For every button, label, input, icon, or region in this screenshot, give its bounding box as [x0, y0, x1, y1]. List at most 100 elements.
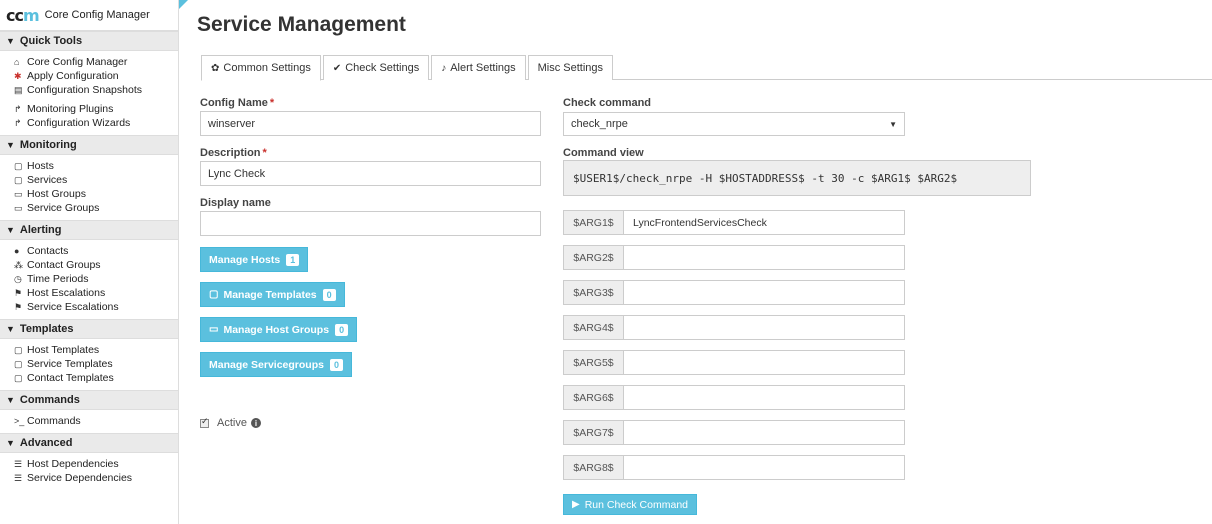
sidebar-toggle-corner[interactable]	[179, 0, 188, 9]
nav-configuration-wizards[interactable]: ↱ Configuration Wizards	[14, 116, 178, 130]
arg8-input[interactable]	[624, 455, 905, 480]
active-label: Active	[217, 417, 247, 429]
nav-time-periods[interactable]: ◷ Time Periods	[14, 272, 178, 286]
arg6-input[interactable]	[624, 385, 905, 410]
file-icon: ▢	[14, 373, 23, 383]
run-check-command-button[interactable]: ▶ Run Check Command	[563, 494, 697, 515]
asterisk-icon: ✱	[14, 71, 22, 81]
check-command-select[interactable]: check_nrpe ▼	[563, 112, 905, 136]
arg-label: $ARG4$	[563, 315, 624, 340]
arg-row: $ARG1$ LyncFrontendServicesCheck	[563, 210, 905, 235]
user-icon: ●	[14, 246, 20, 256]
tab-common-settings[interactable]: ✿ Common Settings	[201, 55, 321, 81]
arg-label: $ARG2$	[563, 245, 624, 270]
chevron-down-icon: ▼	[6, 324, 15, 334]
section-quick-tools[interactable]: ▼ Quick Tools	[0, 31, 178, 51]
chevron-down-icon: ▼	[6, 395, 15, 405]
tab-misc-settings[interactable]: Misc Settings	[527, 55, 614, 80]
arg-label: $ARG3$	[563, 280, 624, 305]
nav-commands[interactable]: >_ Commands	[14, 414, 178, 428]
display-name-input[interactable]	[200, 211, 541, 236]
manage-templates-button[interactable]: ▢ Manage Templates 0	[200, 282, 345, 307]
nav-service-dependencies[interactable]: ☰ Service Dependencies	[14, 471, 178, 485]
arg-row: $ARG3$	[563, 280, 905, 305]
nav-host-templates[interactable]: ▢ Host Templates	[14, 343, 178, 357]
arg-label: $ARG8$	[563, 455, 624, 480]
tab-alert-settings[interactable]: ♪ Alert Settings	[431, 55, 526, 80]
config-name-input[interactable]: winserver	[200, 111, 541, 136]
ccm-logo: ccm	[6, 5, 40, 25]
section-alerting[interactable]: ▼ Alerting	[0, 220, 178, 240]
arg5-input[interactable]	[624, 350, 905, 375]
nav-host-groups[interactable]: ▭ Host Groups	[14, 187, 178, 201]
active-row: Active i	[200, 416, 261, 429]
nav-host-escalations[interactable]: ⚑ Host Escalations	[14, 286, 178, 300]
nav-host-dependencies[interactable]: ☰ Host Dependencies	[14, 457, 178, 471]
nav-services[interactable]: ▢ Services	[14, 173, 178, 187]
chevron-down-icon: ▼	[6, 36, 15, 46]
arg-row: $ARG5$	[563, 350, 905, 375]
command-view-label: Command view	[563, 147, 644, 159]
chevron-down-icon: ▼	[6, 140, 15, 150]
nav-configuration-snapshots[interactable]: ▤ Configuration Snapshots	[14, 83, 178, 97]
nav-contact-templates[interactable]: ▢ Contact Templates	[14, 371, 178, 385]
section-templates[interactable]: ▼ Templates	[0, 319, 178, 339]
section-monitoring[interactable]: ▼ Monitoring	[0, 135, 178, 155]
settings-tabs: ✿ Common Settings ✔ Check Settings ♪ Alert …	[201, 55, 1212, 81]
manage-host-groups-button[interactable]: ▭ Manage Host Groups 0	[200, 317, 358, 342]
nav-monitoring-plugins[interactable]: ↱ Monitoring Plugins	[14, 102, 178, 116]
arg-row: $ARG4$	[563, 315, 905, 340]
nav-hosts[interactable]: ▢ Hosts	[14, 159, 178, 173]
arg3-input[interactable]	[624, 280, 905, 305]
section-commands[interactable]: ▼ Commands	[0, 390, 178, 410]
manage-servicegroups-button[interactable]: Manage Servicegroups 0	[200, 352, 352, 377]
active-checkbox[interactable]	[200, 416, 209, 428]
chevron-down-icon: ▼	[6, 225, 15, 235]
arg-row: $ARG6$	[563, 385, 905, 410]
arg2-input[interactable]	[624, 245, 905, 270]
arg1-input[interactable]: LyncFrontendServicesCheck	[624, 210, 905, 235]
arg-row: $ARG7$	[563, 420, 905, 445]
check-command-label: Check command	[563, 97, 652, 109]
display-name-label: Display name	[200, 197, 271, 209]
folder-icon: ▭	[209, 324, 219, 335]
sidebar: ccm Core Config Manager ▼ Quick Tools ⌂ Co…	[0, 0, 179, 524]
file-icon: ▢	[14, 359, 23, 369]
description-input[interactable]: Lync Check	[200, 161, 541, 186]
nav-service-escalations[interactable]: ⚑ Service Escalations	[14, 300, 178, 314]
arg-row: $ARG8$	[563, 455, 905, 480]
arg7-input[interactable]	[624, 420, 905, 445]
nav-apply-configuration[interactable]: ✱ Apply Configuration	[14, 69, 178, 83]
arg-label: $ARG7$	[563, 420, 624, 445]
nav-core-config-manager[interactable]: ⌂ Core Config Manager	[14, 55, 178, 69]
nav-contact-groups[interactable]: ⁂ Contact Groups	[14, 258, 178, 272]
info-icon[interactable]: i	[250, 418, 261, 428]
nav-service-templates[interactable]: ▢ Service Templates	[14, 357, 178, 371]
flag-icon: ⚑	[14, 288, 23, 298]
caret-down-icon: ▼	[889, 120, 897, 129]
snapshot-icon: ▤	[14, 85, 23, 95]
nav-service-groups[interactable]: ▭ Service Groups	[14, 201, 178, 215]
list-icon: ☰	[14, 459, 23, 469]
main-content: Service Management ✿ Common Settings ✔ Che…	[197, 0, 1212, 524]
app-title: Core Config Manager	[44, 9, 150, 21]
terminal-icon: >_	[14, 416, 25, 426]
manage-hosts-button[interactable]: Manage Hosts 1	[200, 247, 309, 272]
folder-icon: ▭	[14, 203, 23, 213]
arg-label: $ARG5$	[563, 350, 624, 375]
list-icon: ☰	[14, 473, 23, 483]
tab-check-settings[interactable]: ✔ Check Settings	[322, 55, 430, 80]
nav-contacts[interactable]: ● Contacts	[14, 244, 178, 258]
gear-icon: ✿	[211, 62, 220, 74]
description-label: Description *	[200, 147, 267, 159]
flag-icon: ⚑	[14, 302, 23, 312]
host-groups-count-badge: 0	[335, 323, 349, 336]
check-icon: ✔	[332, 62, 342, 74]
clock-icon: ◷	[14, 274, 22, 284]
hosts-count-badge: 1	[286, 253, 300, 266]
section-advanced[interactable]: ▼ Advanced	[0, 433, 178, 453]
brand[interactable]: ccm Core Config Manager	[0, 0, 178, 31]
arg4-input[interactable]	[624, 315, 905, 340]
servicegroups-count-badge: 0	[329, 358, 343, 371]
bell-icon: ♪	[441, 62, 447, 74]
